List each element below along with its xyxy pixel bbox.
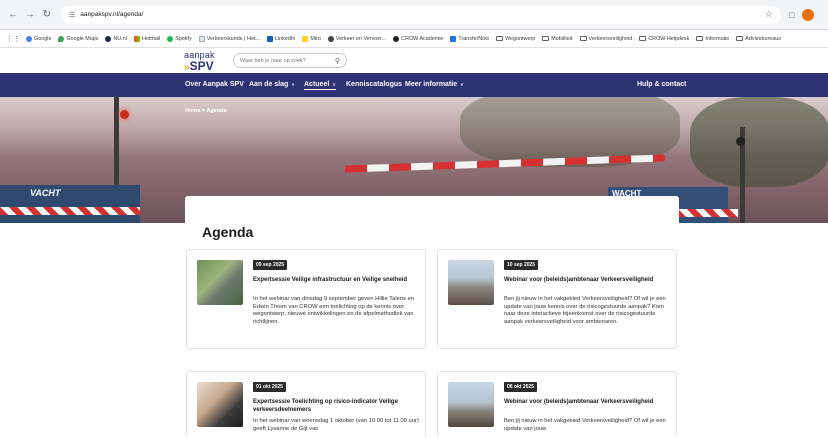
nav-actueel[interactable]: Actueel ∨: [304, 81, 336, 90]
bookmark-google-maps[interactable]: Google Maps: [58, 35, 98, 42]
folder-icon: [542, 36, 550, 41]
browser-toolbar: ← → ↻ ☰ aanpakspv.nl/agenda/ ☆ □: [0, 0, 828, 30]
bookmark-linkedin[interactable]: LinkedIn: [266, 35, 295, 42]
transfernow-icon: [450, 35, 457, 42]
linkedin-icon: [266, 35, 273, 42]
nav-aan-de-slag[interactable]: Aan de slag ∨: [249, 81, 295, 88]
address-bar[interactable]: ☰ aanpakspv.nl/agenda/ ☆: [61, 5, 781, 24]
forward-icon[interactable]: →: [23, 8, 37, 22]
miro-icon: [302, 35, 309, 42]
bookmark-verkeerskunde[interactable]: Verkeerskunde | Het...: [198, 35, 260, 42]
event-image[interactable]: [197, 382, 243, 427]
search-icon[interactable]: ⚲: [335, 57, 340, 65]
search-box[interactable]: ⚲: [233, 53, 347, 68]
site-header: aanpak »SPV ⚲: [0, 48, 828, 73]
folder-icon: [639, 36, 647, 41]
chevron-down-icon: ∨: [332, 82, 336, 88]
event-image[interactable]: [448, 382, 494, 427]
folder-icon: [579, 36, 587, 41]
event-title[interactable]: Webinar voor (beleids)ambtenaar Verkeers…: [504, 398, 669, 406]
signal-pole: [114, 97, 119, 187]
event-description: Ben jij nieuw in het vakgebied Verkeersv…: [504, 418, 666, 432]
folder-icon: [696, 36, 704, 41]
event-title[interactable]: Expertsessie Veilige infrastructuur en V…: [253, 276, 418, 284]
apps-grid-icon[interactable]: ⋮⋮: [6, 35, 20, 43]
google-icon: [26, 35, 32, 42]
bookmark-mobiliteit[interactable]: Mobiliteit: [542, 36, 573, 42]
bookmarks-bar: ⋮⋮ Google Google Maps NU.nl Hotmail Spot…: [0, 30, 828, 48]
page-icon: [198, 35, 205, 42]
bookmark-verkeer-vervoer[interactable]: Verkeer en Vervoer...: [327, 35, 386, 42]
bookmark-adviesbureaus[interactable]: Adviesbureaus: [736, 36, 781, 42]
profile-avatar[interactable]: [802, 8, 815, 21]
logo-bottom: »SPV: [184, 60, 228, 74]
event-image[interactable]: [448, 260, 494, 305]
back-icon[interactable]: ←: [6, 8, 20, 22]
logo-bottom-text: SPV: [189, 59, 214, 73]
event-date-badge: 01 okt 2025: [253, 382, 286, 392]
event-description: Ben jij nieuw in het vakgebied Verkeersv…: [504, 296, 666, 325]
crow-icon: [393, 35, 400, 42]
bookmark-miro[interactable]: Miro: [302, 35, 321, 42]
maps-pin-icon: [58, 35, 65, 42]
signal-light: [120, 110, 129, 119]
bookmark-informatie[interactable]: Informatie: [696, 36, 729, 42]
folder-icon: [736, 36, 744, 41]
nu-icon: [105, 35, 112, 42]
bookmark-transfernow[interactable]: TransferNow: [450, 35, 489, 42]
bookmark-spotify[interactable]: Spotify: [167, 35, 192, 42]
hero-sign-left: VACHT: [30, 188, 61, 198]
nav-hulp-contact[interactable]: Hulp & contact: [637, 81, 686, 88]
nav-meer-informatie[interactable]: Meer informatie ∨: [405, 81, 464, 88]
event-date-badge: 08 okt 2025: [504, 382, 537, 392]
reload-icon[interactable]: ↻: [40, 8, 54, 22]
bookmark-wegontwerp[interactable]: Wegontwerp: [496, 36, 535, 42]
bookmark-crow-helpdesk[interactable]: CROW Helpdesk: [639, 36, 689, 42]
site-logo[interactable]: aanpak »SPV: [184, 51, 228, 74]
event-card[interactable]: 01 okt 2025 Expertsessie Toelichting op …: [186, 371, 426, 438]
nav-kenniscatalogus[interactable]: Kenniscatalogus: [346, 81, 402, 88]
event-card[interactable]: 08 okt 2025 Webinar voor (beleids)ambten…: [437, 371, 677, 438]
event-title[interactable]: Webinar voor (beleids)ambtenaar Verkeers…: [504, 276, 669, 284]
spotify-icon: [167, 35, 174, 42]
extensions-icon[interactable]: □: [789, 10, 794, 20]
event-title[interactable]: Expertsessie Toelichting op risico-indic…: [253, 398, 418, 414]
breadcrumb[interactable]: Home > Agenda: [185, 108, 227, 114]
site-info-icon[interactable]: ☰: [69, 11, 75, 19]
event-description: In het webinar van dinsdag 9 september g…: [253, 296, 415, 325]
bookmark-nu[interactable]: NU.nl: [105, 35, 127, 42]
bookmark-crow-academie[interactable]: CROW Academie: [393, 35, 443, 42]
url-text: aanpakspv.nl/agenda/: [80, 11, 144, 18]
event-image[interactable]: [197, 260, 243, 305]
nav-over-aanpak-spv[interactable]: Over Aanpak SPV: [185, 81, 244, 88]
search-input[interactable]: [240, 57, 330, 64]
bookmark-verkeersveiligheid[interactable]: Verkeersveiligheid: [579, 36, 632, 42]
chevron-down-icon: ∨: [460, 82, 464, 88]
bookmark-star-icon[interactable]: ☆: [765, 9, 773, 20]
globe-icon: [327, 35, 334, 42]
folder-icon: [496, 36, 504, 41]
chevron-down-icon: ∨: [291, 82, 295, 88]
microsoft-icon: [133, 35, 140, 42]
event-card[interactable]: 09 sep 2025 Expertsessie Veilige infrast…: [186, 249, 426, 349]
event-description: In het webinar van woensdag 1 oktober (v…: [253, 418, 419, 432]
event-card[interactable]: 10 sep 2025 Webinar voor (beleids)ambten…: [437, 249, 677, 349]
page-title: Agenda: [202, 224, 254, 240]
bookmark-hotmail[interactable]: Hotmail: [133, 35, 160, 42]
main-nav: Over Aanpak SPV Aan de slag ∨ Actueel ∨ Ke…: [0, 73, 828, 97]
event-date-badge: 10 sep 2025: [504, 260, 539, 270]
bookmark-google[interactable]: Google: [26, 35, 51, 42]
event-date-badge: 09 sep 2025: [253, 260, 288, 270]
